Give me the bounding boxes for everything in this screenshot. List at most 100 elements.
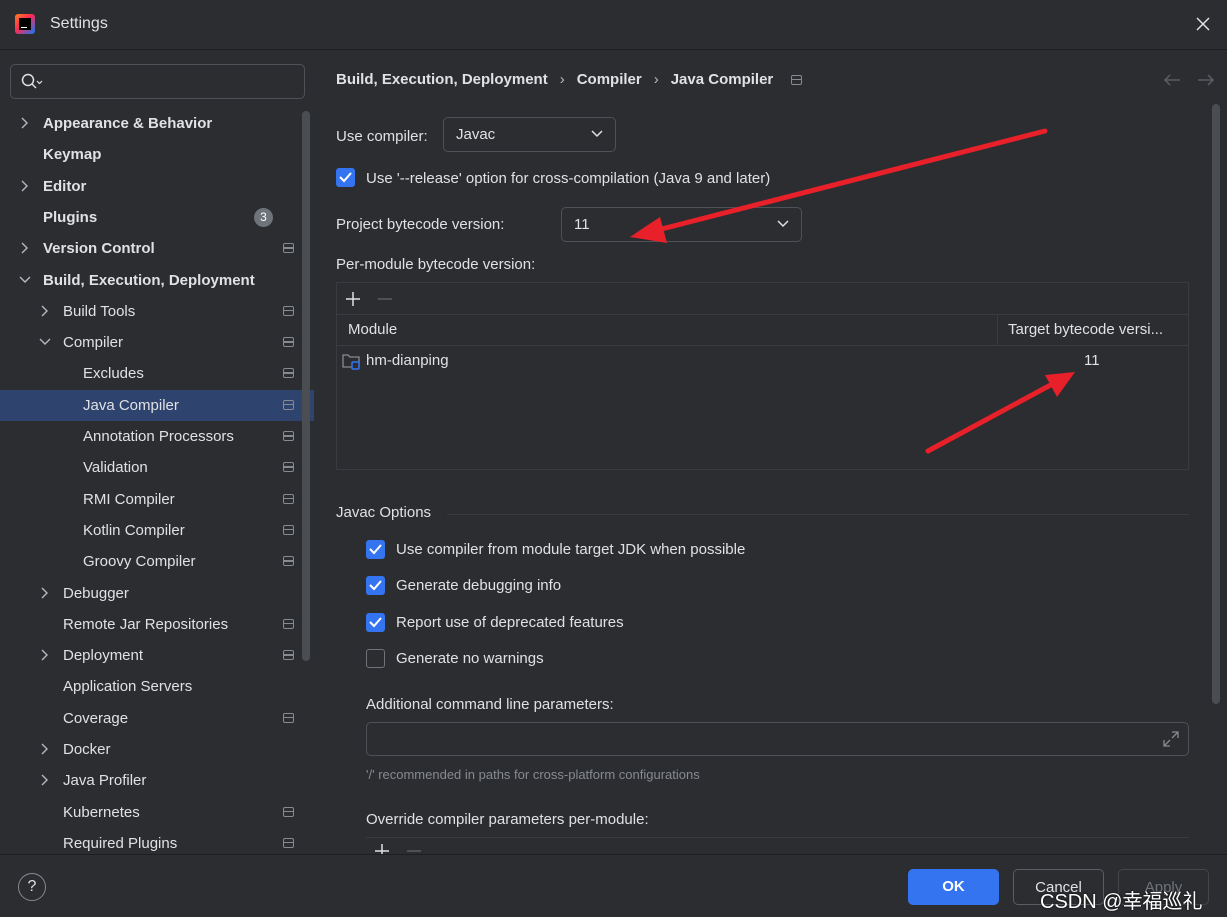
project-bytecode-label: Project bytecode version: <box>336 216 505 233</box>
debugging-info-checkbox[interactable] <box>366 576 385 595</box>
sidebar-item-appearance-behavior[interactable]: Appearance & Behavior <box>0 108 314 139</box>
sidebar-item-java-profiler[interactable]: Java Profiler <box>0 765 314 796</box>
column-divider[interactable] <box>997 315 998 346</box>
sidebar-item-remote-jar-repositories[interactable]: Remote Jar Repositories <box>0 609 314 640</box>
sidebar-item-coverage[interactable]: Coverage <box>0 703 314 734</box>
sidebar-item-label: Plugins <box>43 208 98 226</box>
breadcrumb-item-build[interactable]: Build, Execution, Deployment <box>336 71 548 88</box>
checkmark-icon <box>369 544 382 555</box>
project-level-icon <box>791 74 803 85</box>
project-level-icon <box>283 305 294 316</box>
sidebar-item-label: RMI Compiler <box>83 490 175 508</box>
intellij-logo-icon <box>15 14 35 34</box>
sidebar-item-rmi-compiler[interactable]: RMI Compiler <box>0 484 314 515</box>
chevron-down-icon <box>777 220 789 228</box>
help-button[interactable]: ? <box>18 873 46 901</box>
add-icon[interactable] <box>345 291 361 307</box>
remove-icon[interactable] <box>377 291 393 307</box>
sidebar-item-compiler[interactable]: Compiler <box>0 327 314 358</box>
sidebar-item-label: Compiler <box>63 334 124 352</box>
use-module-jdk-label[interactable]: Use compiler from module target JDK when… <box>396 541 745 558</box>
chevron-down-icon[interactable] <box>19 274 31 286</box>
sidebar-item-label: Build, Execution, Deployment <box>43 271 255 289</box>
use-compiler-dropdown[interactable]: Javac <box>443 117 616 152</box>
breadcrumb-separator: › <box>653 71 659 88</box>
project-level-icon <box>283 462 294 473</box>
chevron-right-icon[interactable] <box>39 743 51 755</box>
javac-options-title: Javac Options <box>336 504 432 521</box>
close-button[interactable] <box>1189 10 1217 38</box>
sidebar-item-kubernetes[interactable]: Kubernetes <box>0 797 314 828</box>
deprecated-features-checkbox[interactable] <box>366 613 385 632</box>
chevron-right-icon[interactable] <box>39 587 51 599</box>
dialog-footer: ? OK Cancel Apply CSDN @幸福巡礼 <box>0 854 1227 917</box>
sidebar-item-deployment[interactable]: Deployment <box>0 640 314 671</box>
use-module-jdk-checkbox[interactable] <box>366 540 385 559</box>
sidebar-item-java-compiler[interactable]: Java Compiler <box>0 389 314 421</box>
chevron-down-icon[interactable] <box>39 336 51 348</box>
sidebar-item-application-servers[interactable]: Application Servers <box>0 671 314 702</box>
back-arrow-icon[interactable] <box>1163 73 1181 87</box>
per-module-label: Per-module bytecode version: <box>336 256 536 273</box>
chevron-right-icon[interactable] <box>39 774 51 786</box>
search-input[interactable] <box>10 64 305 99</box>
breadcrumb-item-compiler[interactable]: Compiler <box>577 71 642 88</box>
settings-sidebar: Appearance & Behavior Keymap Editor Plugins… <box>0 51 314 854</box>
sidebar-item-docker[interactable]: Docker <box>0 734 314 765</box>
sidebar-item-required-plugins[interactable]: Required Plugins <box>0 828 314 854</box>
table-row[interactable]: hm-dianping 11 <box>337 346 1188 376</box>
no-warnings-label[interactable]: Generate no warnings <box>396 650 544 667</box>
project-level-icon <box>283 712 294 723</box>
sidebar-item-label: Remote Jar Repositories <box>63 615 229 633</box>
project-level-icon <box>283 650 294 661</box>
content-scrollbar[interactable] <box>1212 104 1220 704</box>
project-level-icon <box>283 524 294 535</box>
column-header-target[interactable]: Target bytecode versi... <box>1008 321 1163 338</box>
sidebar-item-groovy-compiler[interactable]: Groovy Compiler <box>0 546 314 577</box>
settings-content: Build, Execution, Deployment › Compiler … <box>315 51 1227 858</box>
module-target-version[interactable]: 11 <box>1084 352 1100 369</box>
sidebar-item-plugins[interactable]: Plugins 3 <box>0 202 314 233</box>
sidebar-item-keymap[interactable]: Keymap <box>0 139 314 170</box>
section-divider <box>447 514 1189 515</box>
search-icon <box>21 73 43 95</box>
chevron-right-icon[interactable] <box>19 180 31 192</box>
sidebar-item-editor[interactable]: Editor <box>0 171 314 202</box>
sidebar-scrollbar[interactable] <box>302 111 310 661</box>
additional-params-input[interactable] <box>366 722 1189 756</box>
ok-button[interactable]: OK <box>908 869 999 905</box>
chevron-right-icon[interactable] <box>39 305 51 317</box>
sidebar-item-build-tools[interactable]: Build Tools <box>0 296 314 327</box>
column-header-module[interactable]: Module <box>348 321 397 338</box>
release-option-checkbox[interactable] <box>336 168 355 187</box>
sidebar-item-label: Application Servers <box>63 678 193 696</box>
sidebar-item-label: Validation <box>83 459 148 477</box>
sidebar-item-label: Kubernetes <box>63 803 140 821</box>
sidebar-item-label: Version Control <box>43 240 155 258</box>
sidebar-item-version-control[interactable]: Version Control <box>0 233 314 264</box>
window-title: Settings <box>50 15 108 32</box>
project-bytecode-dropdown[interactable]: 11 <box>561 207 802 242</box>
project-level-icon <box>283 618 294 629</box>
checkmark-icon <box>339 172 352 183</box>
project-level-icon <box>283 368 294 379</box>
cross-platform-hint: '/' recommended in paths for cross-platf… <box>366 767 700 782</box>
sidebar-item-annotation-processors[interactable]: Annotation Processors <box>0 421 314 452</box>
sidebar-item-build-execution-deployment[interactable]: Build, Execution, Deployment <box>0 265 314 296</box>
deprecated-features-label[interactable]: Report use of deprecated features <box>396 614 624 631</box>
chevron-right-icon[interactable] <box>39 649 51 661</box>
sidebar-item-label: Java Profiler <box>63 772 147 790</box>
sidebar-item-label: Keymap <box>43 146 102 164</box>
chevron-right-icon[interactable] <box>19 117 31 129</box>
project-level-icon <box>283 493 294 504</box>
debugging-info-label[interactable]: Generate debugging info <box>396 577 561 594</box>
no-warnings-checkbox[interactable] <box>366 649 385 668</box>
sidebar-item-debugger[interactable]: Debugger <box>0 578 314 609</box>
release-option-label[interactable]: Use '--release' option for cross-compila… <box>366 170 770 187</box>
sidebar-item-validation[interactable]: Validation <box>0 452 314 483</box>
forward-arrow-icon[interactable] <box>1197 73 1215 87</box>
chevron-right-icon[interactable] <box>19 242 31 254</box>
expand-icon[interactable] <box>1162 730 1180 748</box>
sidebar-item-excludes[interactable]: Excludes <box>0 358 314 389</box>
sidebar-item-kotlin-compiler[interactable]: Kotlin Compiler <box>0 515 314 546</box>
